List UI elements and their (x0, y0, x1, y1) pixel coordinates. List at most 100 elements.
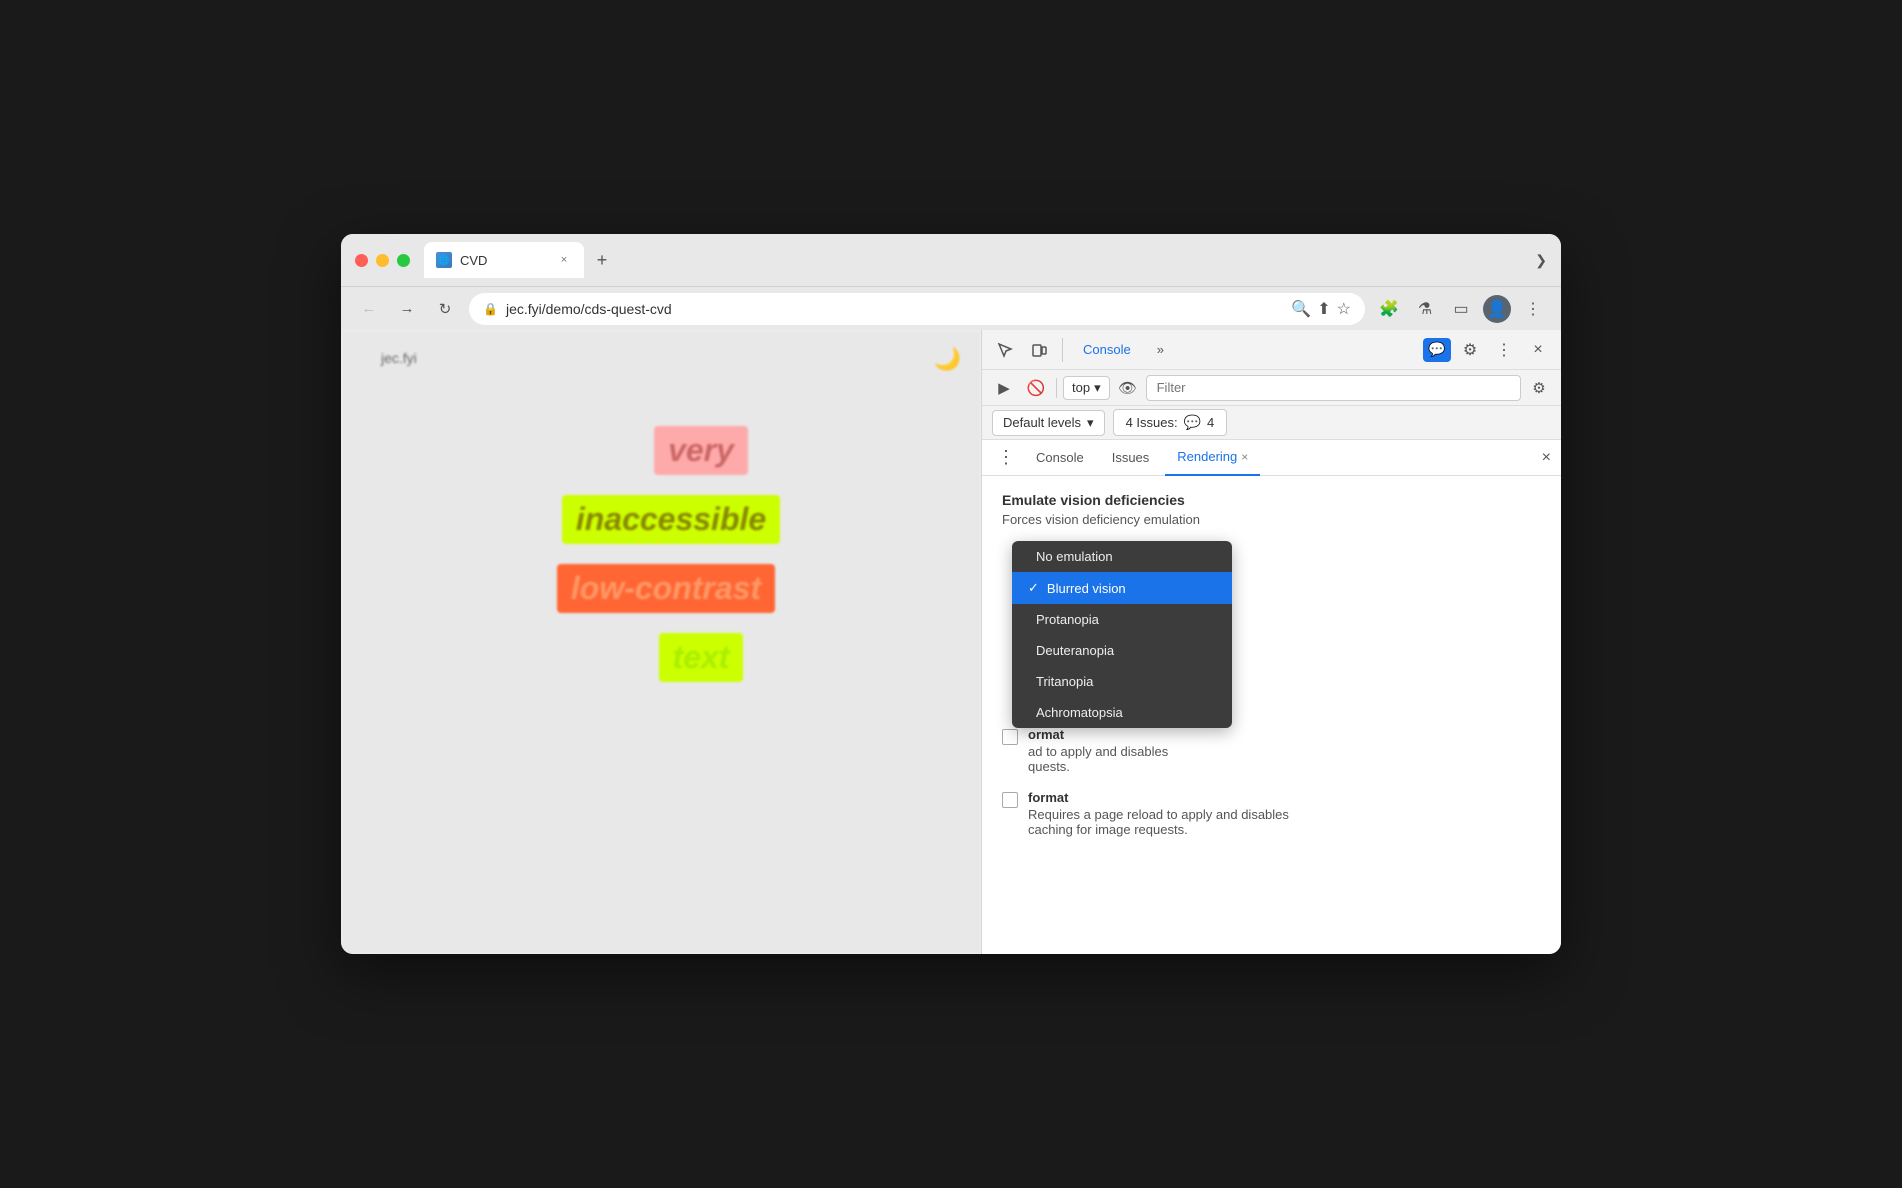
page-content: jec.fyi 🌙 very inaccessible low-contrast… (341, 330, 981, 954)
dropdown-item-deuteranopia[interactable]: Deuteranopia (1012, 635, 1232, 666)
split-icon[interactable]: ▭ (1447, 295, 1475, 323)
checkbox-2-strong: format (1028, 790, 1289, 805)
console-settings-icon[interactable]: ⚙ (1525, 374, 1553, 402)
menu-icon[interactable]: ⋮ (1519, 295, 1547, 323)
bookmark-icon[interactable]: ☆ (1337, 299, 1351, 319)
dropdown-label-deuteranopia: Deuteranopia (1036, 643, 1114, 658)
eye-icon[interactable]: 👁 (1114, 374, 1142, 402)
top-label: top (1072, 380, 1090, 395)
close-traffic-light[interactable] (355, 254, 368, 267)
tab-close-button[interactable]: × (556, 252, 572, 268)
dropdown-item-no-emulation[interactable]: No emulation (1012, 541, 1232, 572)
devtools-top-tabs: Console » (1071, 336, 1419, 363)
tab-favicon: 🌐 (436, 252, 452, 268)
play-icon[interactable]: ▶ (990, 374, 1018, 402)
search-icon[interactable]: 🔍 (1291, 299, 1311, 319)
checkbox-row-2: format Requires a page reload to apply a… (1002, 790, 1541, 837)
console-toolbar-divider (1056, 378, 1057, 398)
minimize-traffic-light[interactable] (376, 254, 389, 267)
dropdown-label-protanopia: Protanopia (1036, 612, 1099, 627)
page-logo: jec.fyi (381, 350, 417, 366)
devtools-top-bar: Console » 💬 ⚙ ⋮ × (982, 330, 1561, 370)
vision-dropdown-menu: No emulation ✓ Blurred vision Protanopia (1012, 541, 1232, 728)
dropdown-label-achromatopsia: Achromatopsia (1036, 705, 1123, 720)
dropdown-item-tritanopia[interactable]: Tritanopia (1012, 666, 1232, 697)
address-text: jec.fyi/demo/cds-quest-cvd (506, 301, 1283, 317)
sub-tab-console[interactable]: Console (1024, 440, 1096, 476)
devtools-divider (1062, 338, 1063, 362)
rendering-content: Emulate vision deficiencies Forces visio… (982, 476, 1561, 954)
address-icons: 🔍 ⬆ ☆ (1291, 299, 1351, 319)
main-area: jec.fyi 🌙 very inaccessible low-contrast… (341, 330, 1561, 954)
address-bar: ← → ↻ 🔒 jec.fyi/demo/cds-quest-cvd 🔍 ⬆ ☆… (341, 286, 1561, 330)
checkbox-section: ormat ad to apply and disablesquests. fo… (1002, 727, 1541, 837)
issues-msg-icon: 💬 (1184, 414, 1201, 431)
checkbox-1-strong: ormat (1028, 727, 1168, 742)
word-very: very (654, 426, 748, 475)
word-text: text (659, 633, 744, 682)
word-low-contrast: low-contrast (557, 564, 775, 613)
top-selector[interactable]: top ▾ (1063, 376, 1110, 400)
sub-tabs-bar: ⋮ Console Issues Rendering × × (982, 440, 1561, 476)
tab-console[interactable]: Console (1071, 336, 1143, 363)
browser-toolbar: 🧩 ⚗ ▭ 👤 ⋮ (1375, 295, 1547, 323)
title-bar: 🌐 CVD × + ❯ (341, 234, 1561, 286)
dropdown-label-blurred-vision: Blurred vision (1047, 581, 1126, 596)
checkbox-2[interactable] (1002, 792, 1018, 808)
dropdown-item-protanopia[interactable]: Protanopia (1012, 604, 1232, 635)
top-dropdown-icon: ▾ (1094, 380, 1101, 396)
checkbox-1[interactable] (1002, 729, 1018, 745)
emulate-vision-title: Emulate vision deficiencies (1002, 492, 1541, 508)
sub-tab-rendering[interactable]: Rendering × (1165, 440, 1260, 476)
checkbox-label-2: format Requires a page reload to apply a… (1028, 790, 1289, 837)
new-tab-button[interactable]: + (588, 246, 616, 274)
forward-button[interactable]: → (393, 295, 421, 323)
console-toolbar: ▶ 🚫 top ▾ 👁 ⚙ (982, 370, 1561, 406)
sub-tabs-panel-close[interactable]: × (1542, 449, 1551, 467)
address-input[interactable]: 🔒 jec.fyi/demo/cds-quest-cvd 🔍 ⬆ ☆ (469, 293, 1365, 325)
experiments-icon[interactable]: ⚗ (1411, 295, 1439, 323)
issues-bar: Default levels ▾ 4 Issues: 💬 4 (982, 406, 1561, 440)
refresh-button[interactable]: ↻ (431, 295, 459, 323)
default-levels-dropdown-icon: ▾ (1087, 415, 1094, 431)
checkbox-row-1: ormat ad to apply and disablesquests. (1002, 727, 1541, 774)
dropdown-label-no-emulation: No emulation (1036, 549, 1113, 564)
check-icon: ✓ (1028, 580, 1039, 596)
devtools-settings-icon[interactable]: ⚙ (1455, 335, 1485, 365)
tabs-chevron[interactable]: ❯ (1535, 252, 1547, 269)
dropdown-item-achromatopsia[interactable]: Achromatopsia (1012, 697, 1232, 728)
inspect-icon[interactable] (990, 335, 1020, 365)
share-icon[interactable]: ⬆ (1317, 299, 1330, 319)
emulate-vision-desc: Forces vision deficiency emulation (1002, 512, 1541, 527)
default-levels-label: Default levels (1003, 415, 1081, 430)
sub-tab-rendering-close[interactable]: × (1241, 450, 1248, 464)
sub-tab-issues[interactable]: Issues (1100, 440, 1162, 476)
issues-label: 4 Issues: (1126, 415, 1178, 430)
device-icon[interactable] (1024, 335, 1054, 365)
back-button[interactable]: ← (355, 295, 383, 323)
issues-count: 4 (1207, 415, 1214, 430)
dropdown-item-blurred-vision[interactable]: ✓ Blurred vision (1012, 572, 1232, 604)
block-icon[interactable]: 🚫 (1022, 374, 1050, 402)
browser-tab-cvd[interactable]: 🌐 CVD × (424, 242, 584, 278)
moon-icon: 🌙 (934, 346, 961, 372)
sub-tabs-dots[interactable]: ⋮ (992, 444, 1020, 472)
devtools-more-icon[interactable]: ⋮ (1489, 335, 1519, 365)
tab-more[interactable]: » (1145, 336, 1176, 363)
extensions-icon[interactable]: 🧩 (1375, 295, 1403, 323)
devtools-panel: Console » 💬 ⚙ ⋮ × ▶ 🚫 top ▾ (981, 330, 1561, 954)
tab-title: CVD (460, 253, 487, 268)
issues-badge[interactable]: 4 Issues: 💬 4 (1113, 409, 1228, 436)
browser-window: 🌐 CVD × + ❯ ← → ↻ 🔒 jec.fyi/demo/cds-que… (341, 234, 1561, 954)
fullscreen-traffic-light[interactable] (397, 254, 410, 267)
tabs-row: 🌐 CVD × + ❯ (424, 242, 1547, 278)
filter-input[interactable] (1146, 375, 1521, 401)
profile-icon[interactable]: 👤 (1483, 295, 1511, 323)
checkbox-label-1: ormat ad to apply and disablesquests. (1028, 727, 1168, 774)
lock-icon: 🔒 (483, 302, 498, 316)
devtools-close-icon[interactable]: × (1523, 335, 1553, 365)
word-inaccessible: inaccessible (562, 495, 780, 544)
traffic-lights (355, 254, 410, 267)
console-message-icon[interactable]: 💬 (1423, 338, 1451, 362)
default-levels-button[interactable]: Default levels ▾ (992, 410, 1105, 436)
